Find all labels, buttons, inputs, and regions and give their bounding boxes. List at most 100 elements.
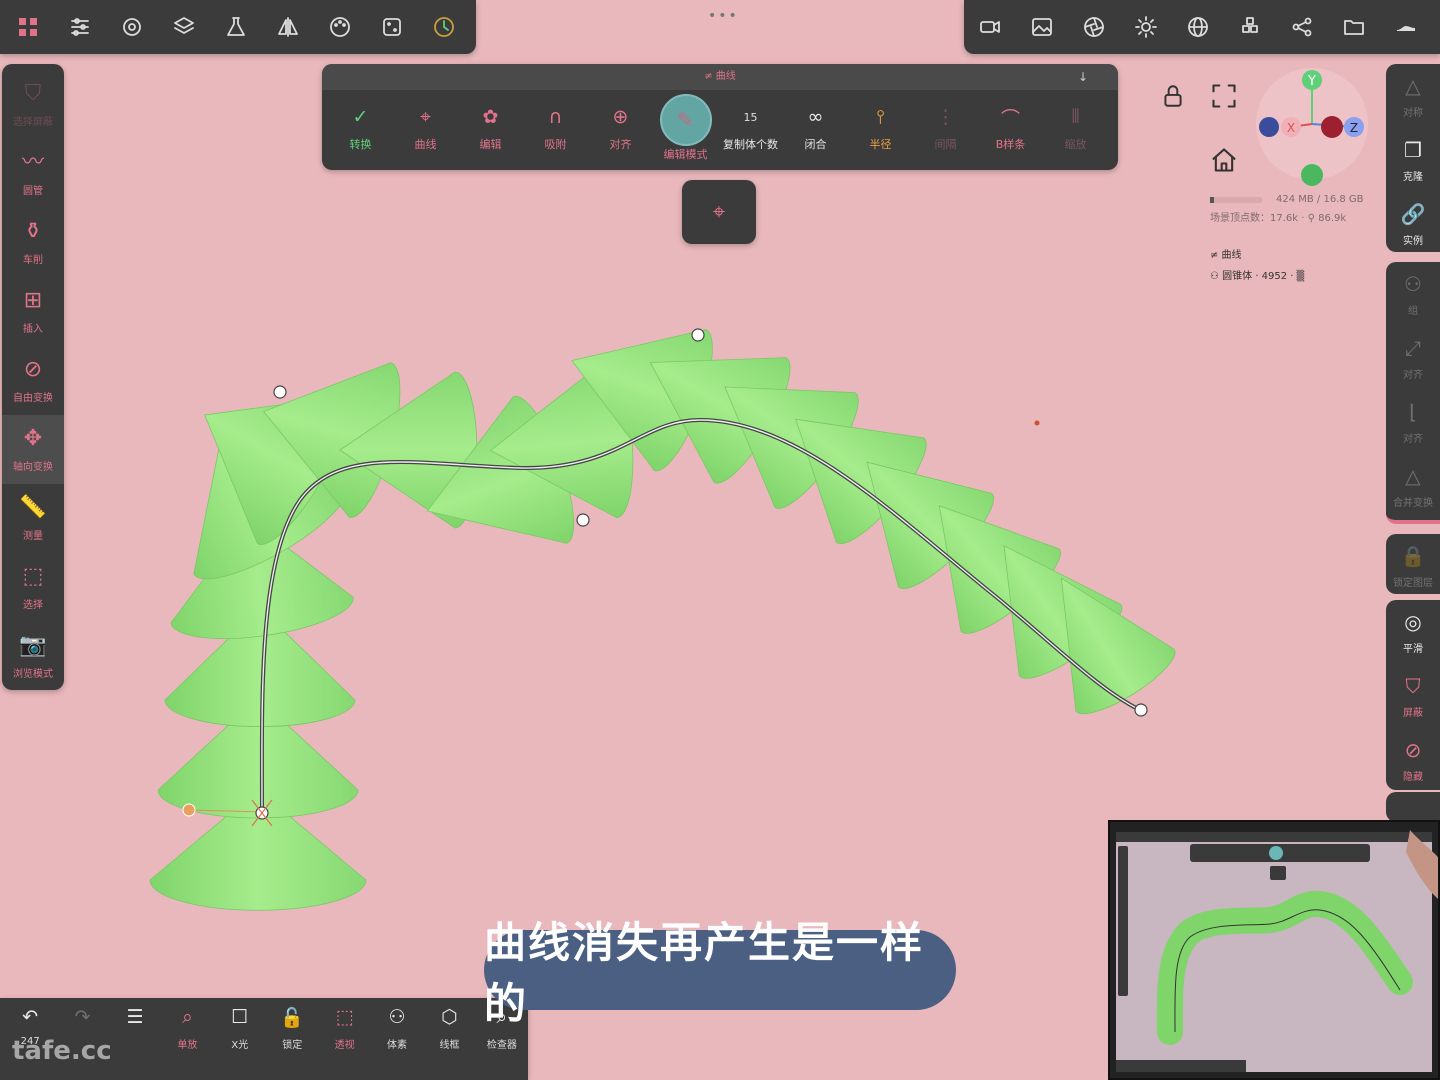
- right-tool-group1-2[interactable]: 🔗 实例: [1386, 192, 1440, 256]
- right-tool-group4-1[interactable]: ⛉ 屏蔽: [1386, 664, 1440, 728]
- axis-clock-icon[interactable]: [418, 1, 470, 53]
- right-tool-group2-3[interactable]: △ 合并变换: [1386, 454, 1440, 518]
- bottom-tool-2[interactable]: ☰: [109, 1006, 161, 1080]
- voxels-icon[interactable]: [1224, 1, 1276, 53]
- curve-tool-1[interactable]: ⌖ 曲线: [393, 102, 458, 162]
- curve-tool-4[interactable]: ⊕ 对齐: [588, 102, 653, 162]
- share-nodes-icon[interactable]: [1276, 1, 1328, 53]
- right-tool-icon: ⚇: [1404, 271, 1422, 296]
- right-tool-group3-0[interactable]: 🔒 锁定图层: [1386, 534, 1440, 598]
- gear-icon[interactable]: [106, 1, 158, 53]
- curve-tool-icon: ⊕: [612, 106, 629, 128]
- left-tool-3[interactable]: ⊞ 插入: [2, 277, 64, 346]
- copy-count-value[interactable]: 15: [744, 102, 758, 132]
- memory-bar: [1210, 196, 1262, 203]
- control-point: [1134, 703, 1148, 717]
- curve-tool-10[interactable]: ⌒ B样条: [978, 102, 1043, 162]
- left-tool-2[interactable]: ⚱ 车削: [2, 208, 64, 277]
- curve-tool-label: 间隔: [934, 138, 957, 151]
- left-tool-icon: 📏: [19, 495, 47, 520]
- video-icon[interactable]: [964, 1, 1016, 53]
- edit-mode-knob-icon[interactable]: ✎: [659, 94, 712, 146]
- curve-tool-8[interactable]: ⫯ 半径: [848, 102, 913, 162]
- right-tool-group2-1[interactable]: ⤢ 对齐: [1386, 326, 1440, 390]
- curve-tool-2[interactable]: ✿ 编辑: [458, 102, 523, 162]
- curve-tool-icon: ∞: [807, 106, 824, 128]
- left-tool-6[interactable]: 📏 测量: [2, 484, 64, 553]
- right-sidebar-group-5: [1386, 792, 1440, 822]
- left-tool-label: 选择屏蔽: [13, 117, 53, 128]
- left-sidebar: ⛉ 选择屏蔽〰圆管 ⚱ 车削 ⊞ 插入 ⊘ 自由变换 ✥ 轴向变换 📏 测量 ⬚ 选择 📷 浏览模式: [2, 64, 64, 690]
- dice-icon[interactable]: [366, 1, 418, 53]
- top-toolbar-right: [964, 0, 1440, 54]
- sphere-grid-icon[interactable]: [1172, 1, 1224, 53]
- mirror-icon[interactable]: [262, 1, 314, 53]
- object-curve[interactable]: ≠ 曲线: [1210, 246, 1380, 261]
- right-sidebar-group-3: 🔒 锁定图层: [1386, 534, 1440, 594]
- grid-logo-icon[interactable]: [2, 1, 54, 53]
- folder-icon[interactable]: [1328, 1, 1380, 53]
- bottom-tool-6[interactable]: ⬚ 透视: [318, 1006, 370, 1080]
- bottom-tool-4[interactable]: ☐ X光: [214, 1006, 266, 1080]
- sliders-icon[interactable]: [54, 1, 106, 53]
- right-tool-group1-0[interactable]: △ 对称: [1386, 64, 1440, 128]
- curve-tool-6[interactable]: 15 复制体个数: [718, 102, 783, 162]
- drag-handle[interactable]: •••: [708, 8, 739, 24]
- left-tool-0[interactable]: ⛉ 选择屏蔽: [2, 70, 64, 139]
- left-tool-7[interactable]: ⬚ 选择: [2, 553, 64, 622]
- bottom-tool-3[interactable]: ⌕ 单放: [161, 1006, 213, 1080]
- palette-icon[interactable]: [314, 1, 366, 53]
- layers-icon[interactable]: [158, 1, 210, 53]
- left-tool-4[interactable]: ⊘ 自由变换: [2, 346, 64, 415]
- left-tool-icon: ⬚: [22, 564, 44, 589]
- fullscreen-icon[interactable]: [1210, 82, 1238, 114]
- camera-pip-video: [1108, 820, 1440, 1080]
- curve-tool-11[interactable]: ⦀ 缩放: [1043, 102, 1108, 162]
- curve-tool-7[interactable]: ∞ 闭合: [783, 102, 848, 162]
- aperture-icon[interactable]: [1068, 1, 1120, 53]
- right-tool-group2-0[interactable]: ⚇ 组: [1386, 262, 1440, 326]
- curve-tool-0[interactable]: ✓ 转换: [328, 102, 393, 162]
- lock-icon[interactable]: [1160, 82, 1186, 114]
- right-tool-label: 合并变换: [1393, 497, 1433, 509]
- right-tool-group2-2[interactable]: ⌊ 对齐: [1386, 390, 1440, 454]
- bottom-tool-label: X光: [231, 1040, 249, 1051]
- shoe-icon[interactable]: [1380, 1, 1432, 53]
- right-tool-label: 对称: [1403, 107, 1423, 119]
- curve-tool-9[interactable]: ⋮ 间隔: [913, 102, 978, 162]
- bottom-tool-icon: 🔓: [280, 1007, 305, 1029]
- curve-tool-label: 转换: [349, 138, 372, 151]
- bottom-tool-5[interactable]: 🔓 锁定: [266, 1006, 318, 1080]
- image-icon[interactable]: [1016, 1, 1068, 53]
- orientation-gizmo[interactable]: Y X Z: [1250, 66, 1370, 192]
- bottom-tool-icon: ⌕: [182, 1006, 193, 1028]
- curve-tool-label: B样条: [995, 138, 1026, 151]
- home-icon[interactable]: [1210, 146, 1238, 178]
- curve-tool-5[interactable]: ✎ 编辑模式: [653, 94, 718, 162]
- curve-tool-3[interactable]: ∩ 吸附: [523, 102, 588, 162]
- right-tool-group4-2[interactable]: ⊘ 隐藏: [1386, 728, 1440, 792]
- left-tool-label: 轴向变换: [13, 462, 53, 473]
- left-tool-5[interactable]: ✥ 轴向变换: [2, 415, 64, 484]
- right-tool-icon: ⊘: [1404, 737, 1422, 762]
- curve-tool-label: 编辑: [479, 138, 502, 151]
- flask-icon[interactable]: [210, 1, 262, 53]
- right-tool-icon: ⤢: [1405, 335, 1421, 360]
- bottom-tool-7[interactable]: ⚇ 体素: [371, 1006, 423, 1080]
- bottom-tool-label: 锁定: [282, 1040, 303, 1051]
- left-tool-1[interactable]: 〰圆管: [2, 139, 64, 208]
- right-tool-group4-0[interactable]: ◎ 平滑: [1386, 600, 1440, 664]
- collapse-arrow-icon[interactable]: ↓: [1078, 64, 1088, 90]
- object-cone[interactable]: ⚇ 圆锥体 · 4952 · ▒: [1210, 267, 1380, 282]
- gizmo-z-label: Z: [1350, 121, 1358, 135]
- sun-icon[interactable]: [1120, 1, 1172, 53]
- bottom-tool-8[interactable]: ⬡ 线框: [423, 1006, 475, 1080]
- right-tool-group1-1[interactable]: ❐ 克隆: [1386, 128, 1440, 192]
- curve-toolbar-title: ≠ 曲线: [704, 71, 736, 82]
- curve-tool-label: 对齐: [609, 138, 632, 151]
- curve-quick-button[interactable]: ⌖: [682, 180, 756, 244]
- curve-tool-icon: ✿: [482, 106, 499, 128]
- bottom-tool-label: 透视: [334, 1040, 355, 1051]
- left-tool-8[interactable]: 📷 浏览模式: [2, 622, 64, 691]
- control-handle: [182, 803, 196, 817]
